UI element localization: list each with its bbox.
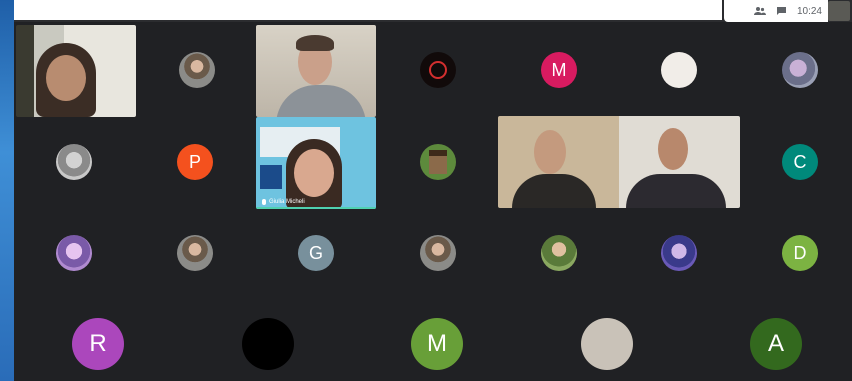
video-tile-presenter[interactable]: Giulia Micheli (256, 117, 376, 209)
avatar-photo-red-logo[interactable] (420, 52, 456, 88)
avatar-photo-7[interactable] (541, 235, 577, 271)
avatar-photo-1[interactable] (179, 52, 215, 88)
video-tile-young-man[interactable] (256, 25, 376, 117)
top-bar: 10:24 (14, 0, 852, 22)
speaking-indicator (256, 207, 376, 209)
avatar-white[interactable] (661, 52, 697, 88)
avatar-photo-3[interactable] (56, 144, 92, 180)
participant-grid: M P Giulia Micheli C G D R M A (14, 22, 852, 381)
clock-time: 10:24 (796, 5, 822, 17)
avatar-photo-2[interactable] (782, 52, 818, 88)
avatar-beige[interactable] (581, 318, 633, 370)
avatar-photo-5[interactable] (177, 235, 213, 271)
self-view-thumbnail[interactable] (828, 1, 850, 21)
avatar-a-darkgreen[interactable]: A (750, 318, 802, 370)
avatar-c-teal[interactable]: C (782, 144, 818, 180)
avatar-m-green[interactable]: M (411, 318, 463, 370)
avatar-minecraft[interactable] (420, 144, 456, 180)
avatar-photo-4[interactable] (56, 235, 92, 271)
meeting-toolbar: 10:24 (724, 0, 828, 22)
top-bar-fill (14, 0, 722, 20)
avatar-black[interactable] (242, 318, 294, 370)
video-tile-woman-home[interactable] (16, 25, 136, 117)
avatar-photo-8[interactable] (661, 235, 697, 271)
chat-icon[interactable] (776, 6, 787, 16)
microphone-icon (262, 199, 266, 205)
video-tile-two-men[interactable] (498, 116, 740, 208)
avatar-g-grey[interactable]: G (298, 235, 334, 271)
avatar-p-orange[interactable]: P (177, 144, 213, 180)
people-icon[interactable] (753, 6, 766, 16)
window-edge (0, 0, 14, 381)
presenter-name-tag: Giulia Micheli (262, 199, 305, 205)
avatar-m-pink[interactable]: M (541, 52, 577, 88)
avatar-d-green[interactable]: D (782, 235, 818, 271)
avatar-r-purple[interactable]: R (72, 318, 124, 370)
avatar-photo-6[interactable] (420, 235, 456, 271)
